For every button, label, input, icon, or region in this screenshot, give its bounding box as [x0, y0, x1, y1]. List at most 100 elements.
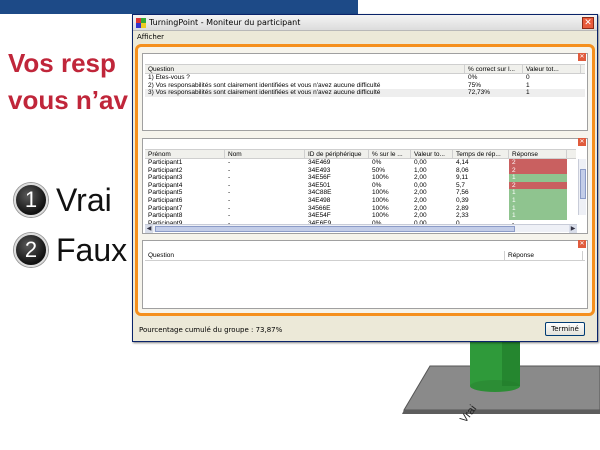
- column-header[interactable]: ID de périphérique: [305, 150, 369, 158]
- cell: 2,00: [414, 204, 427, 212]
- participant-monitor-window: TurningPoint - Moniteur du participant ✕…: [132, 14, 598, 342]
- option-label: Faux: [56, 231, 128, 268]
- cell: 0%: [372, 159, 382, 166]
- cell: 1) Etes-vous ?: [148, 74, 190, 81]
- response-cell: 1: [509, 174, 567, 182]
- cell: 7,56: [456, 189, 469, 197]
- cell: 1: [526, 89, 530, 97]
- column-header[interactable]: % correct sur l...: [465, 65, 523, 73]
- cell: 1: [526, 81, 530, 89]
- response-cell: 2: [509, 181, 567, 190]
- cell: 2) Vos responsabilités sont clairement i…: [148, 81, 381, 89]
- column-header[interactable]: Nom: [225, 150, 305, 158]
- horizontal-scrollbar[interactable]: ◀ ▶: [145, 224, 577, 233]
- response-cell: 1: [509, 196, 567, 205]
- cell: 34E469: [308, 159, 331, 166]
- column-header[interactable]: Temps de rép...: [453, 150, 509, 158]
- cell: 34E54F: [308, 212, 331, 220]
- table-row[interactable]: Participant7 - 34566E 100% 2,00 2,89 1: [145, 204, 576, 213]
- table-row[interactable]: Participant2 - 34E493 50% 1,00 8,06 2: [145, 166, 576, 175]
- vertical-scrollbar[interactable]: [578, 159, 586, 215]
- answer-option-1: 1 Vrai: [14, 180, 112, 220]
- cell: Participant1: [148, 159, 183, 166]
- detail-panel: ✕ Question Réponse: [142, 240, 588, 309]
- response-cell: 1: [509, 212, 567, 220]
- cell: 2,89: [456, 204, 469, 212]
- cell: -: [228, 174, 231, 182]
- cell: 100%: [372, 189, 389, 197]
- cell: Participant2: [148, 166, 183, 174]
- column-header[interactable]: Valeur to...: [411, 150, 453, 158]
- cell: -: [228, 166, 231, 174]
- window-close-button[interactable]: ✕: [582, 16, 594, 29]
- monitor-frame: ✕ Question % correct sur l... Valeur tot…: [135, 44, 595, 316]
- cell: 5,7: [456, 181, 466, 189]
- cell: -: [228, 189, 231, 197]
- column-header[interactable]: Question: [145, 251, 505, 260]
- window-titlebar[interactable]: TurningPoint - Moniteur du participant ✕: [133, 15, 597, 31]
- column-header[interactable]: Prénom: [145, 150, 225, 158]
- column-header[interactable]: Réponse: [509, 150, 567, 158]
- column-header[interactable]: Réponse: [505, 251, 583, 260]
- table-row-selected[interactable]: 3) Vos responsabilités sont clairement i…: [145, 89, 585, 97]
- table-row[interactable]: Participant4 - 34E501 0% 0,00 5,7 2: [145, 181, 576, 190]
- participants-panel: ✕ Prénom Nom ID de périphérique % sur le…: [142, 138, 588, 234]
- table-row[interactable]: 2) Vos responsabilités sont clairement i…: [145, 82, 585, 90]
- scroll-right-icon[interactable]: ▶: [569, 225, 577, 233]
- cell: -: [228, 159, 231, 166]
- cell: 0%: [372, 181, 382, 189]
- slide-heading-line1: Vos resp: [8, 48, 116, 78]
- option-label: Vrai: [56, 181, 112, 218]
- cell: 0,00: [414, 159, 427, 166]
- option-number-badge: 2: [14, 233, 48, 267]
- cell: 0: [526, 74, 530, 81]
- option-number-badge: 1: [14, 183, 48, 217]
- cell: Participant7: [148, 204, 183, 212]
- column-header[interactable]: Question: [145, 65, 465, 73]
- panel-close-icon[interactable]: ✕: [578, 53, 586, 61]
- scrollbar-thumb[interactable]: [155, 226, 515, 232]
- table-row[interactable]: Participant5 - 34C88E 100% 2,00 7,56 1: [145, 189, 576, 197]
- screen: Vos resp vous n’av 1 Vrai 2 Faux Vrai Tu…: [0, 0, 600, 450]
- column-header[interactable]: % sur le ...: [369, 150, 411, 158]
- table-row[interactable]: Participant8 - 34E54F 100% 2,00 2,33 1: [145, 212, 576, 220]
- cell: -: [228, 212, 231, 220]
- cell: Participant5: [148, 189, 183, 197]
- answer-option-2: 2 Faux: [14, 230, 127, 270]
- menu-afficher[interactable]: Afficher: [137, 33, 164, 41]
- cell: 100%: [372, 212, 389, 220]
- cell: 0%: [468, 74, 478, 81]
- detail-table: Question Réponse: [145, 251, 585, 261]
- response-cell: 2: [509, 166, 567, 175]
- panel-close-icon[interactable]: ✕: [578, 138, 586, 146]
- cell: 2,00: [414, 189, 427, 197]
- done-button[interactable]: Terminé: [545, 322, 585, 336]
- table-row[interactable]: Participant1 - 34E469 0% 0,00 4,14 2: [145, 159, 576, 167]
- scroll-left-icon[interactable]: ◀: [145, 225, 153, 233]
- cell: 9,11: [456, 174, 469, 182]
- response-cell: 1: [509, 189, 567, 197]
- table-header: Question Réponse: [145, 251, 585, 261]
- column-header[interactable]: Valeur tot...: [523, 65, 581, 73]
- panel-close-icon[interactable]: ✕: [578, 240, 586, 248]
- chart-bar-vrai-base: [470, 380, 520, 392]
- table-row[interactable]: Participant6 - 34E498 100% 2,00 0,39 1: [145, 196, 576, 205]
- cell: 75%: [468, 81, 482, 89]
- cell: 4,14: [456, 159, 469, 166]
- table-row[interactable]: Participant3 - 34E56F 100% 2,00 9,11 1: [145, 174, 576, 182]
- cell: 2,00: [414, 174, 427, 182]
- response-cell: 1: [509, 204, 567, 213]
- cell: Participant6: [148, 196, 183, 204]
- cell: Participant8: [148, 212, 183, 220]
- participant-rows: Participant1 - 34E469 0% 0,00 4,14 2 Participan…: [145, 159, 576, 227]
- scrollbar-thumb[interactable]: [580, 169, 586, 199]
- cell: 72,73%: [468, 89, 491, 97]
- cell: 1,00: [414, 166, 427, 174]
- chart-axis-label: Vrai: [458, 402, 480, 426]
- chart-floor-plane: [403, 365, 600, 411]
- cell: 100%: [372, 196, 389, 204]
- cell: 34E56F: [308, 174, 331, 182]
- cell: 2,00: [414, 196, 427, 204]
- table-row[interactable]: 1) Etes-vous ? 0% 0: [145, 74, 585, 82]
- cell: -: [228, 181, 231, 189]
